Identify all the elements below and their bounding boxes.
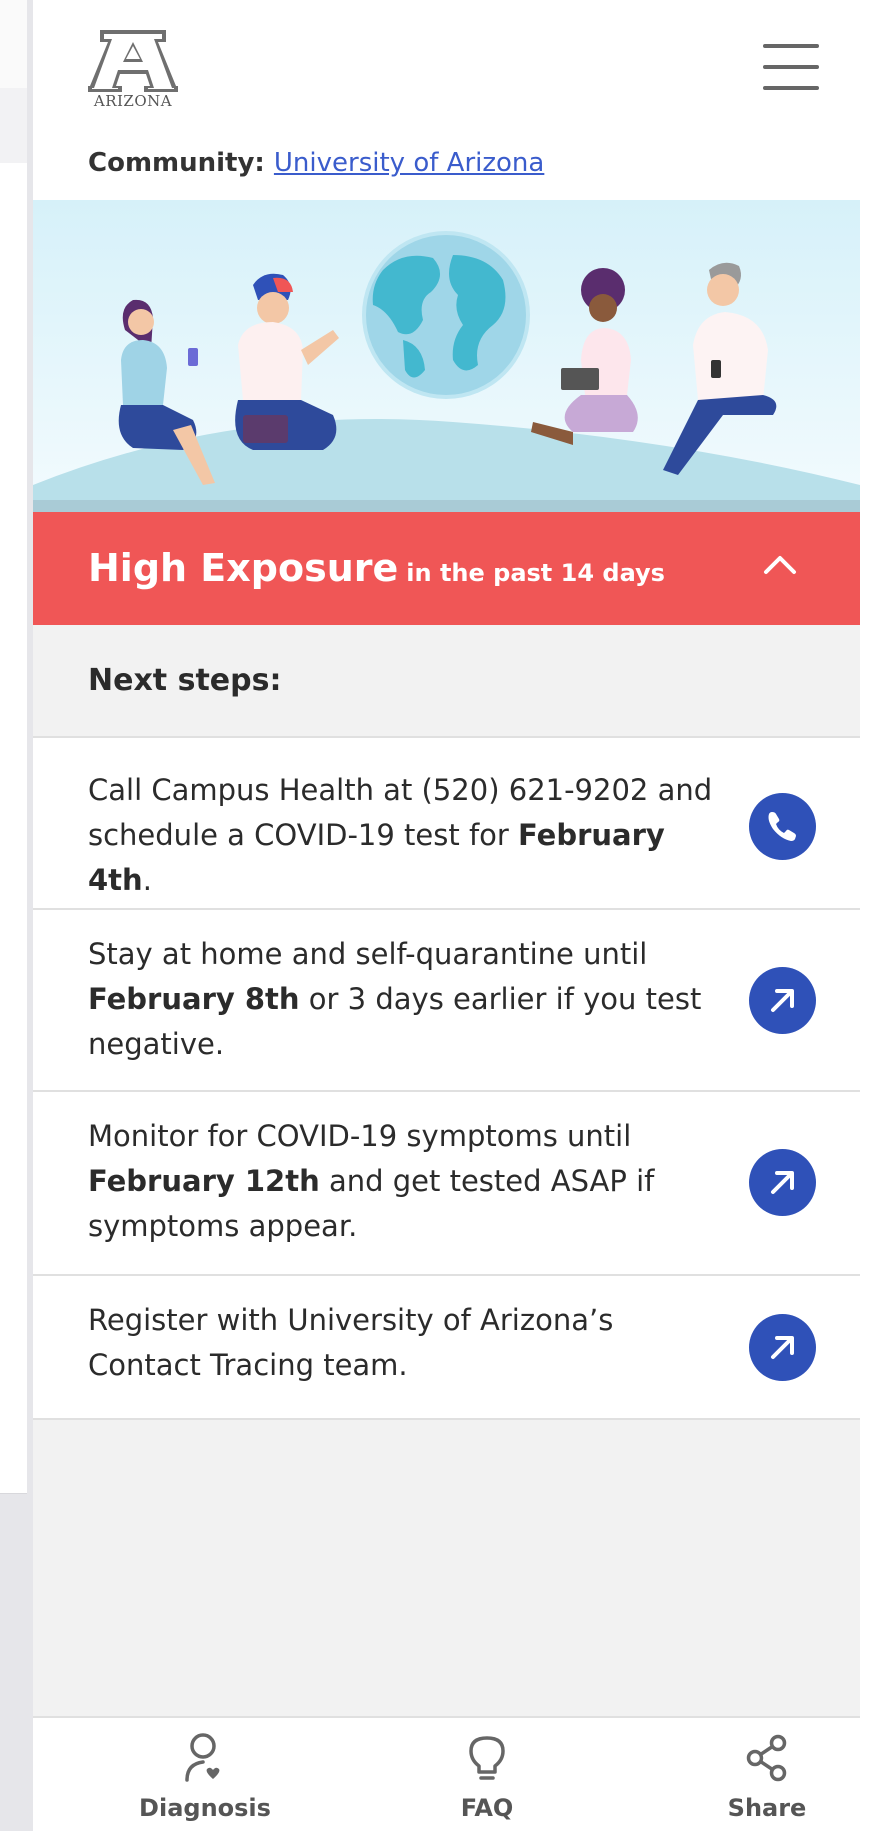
arrow-up-right-icon [771,1336,794,1359]
call-button[interactable] [749,793,816,860]
next-steps-heading: Next steps: [88,663,282,698]
exposure-subtitle: in the past 14 days [406,559,665,587]
app-panel: ARIZONA Community: University of Arizona [33,0,860,1833]
open-link-button[interactable] [749,967,816,1034]
open-link-button[interactable] [749,1314,816,1381]
step-date: February 8th [88,982,300,1016]
step-text-post: . [142,863,152,897]
step-date: February 12th [88,1164,320,1198]
empty-content-area [33,1420,860,1716]
step-text-pre: Stay at home and self-quarantine until [88,937,648,971]
nav-label: Diagnosis [139,1794,271,1822]
person-illustration [663,262,777,475]
open-link-button[interactable] [749,1149,816,1216]
next-steps-header: Next steps: [33,625,860,738]
arrow-up-right-icon [771,989,794,1012]
arizona-logo[interactable]: ARIZONA [88,30,178,115]
step-item: Call Campus Health at (520) 621-9202 and… [33,738,860,910]
share-icon [746,1734,787,1782]
exposure-title: High Exposure [88,546,399,590]
globe-icon [362,231,530,399]
arrow-up-right-icon [771,1171,794,1194]
background-strip-segment [0,163,27,1494]
step-text-pre: Register with University of Arizona’s Co… [88,1303,614,1382]
community-line: Community: University of Arizona [88,148,544,178]
background-strip-segment [0,0,27,89]
nav-item-diagnosis[interactable]: Diagnosis [105,1718,305,1833]
chevron-up-icon[interactable] [760,550,800,580]
exposure-banner[interactable]: High Exposure in the past 14 days [33,512,860,625]
person-illustration [531,268,638,445]
nav-item-faq[interactable]: FAQ [387,1718,587,1833]
lightbulb-icon [469,1736,505,1780]
phone-icon [768,812,796,841]
background-page-strip [0,0,33,1831]
nav-item-share[interactable]: Share [667,1718,867,1833]
person-illustration [235,273,339,450]
person-heart-icon [185,1733,220,1782]
step-text: Call Campus Health at (520) 621-9202 and… [88,768,728,903]
step-item: Register with University of Arizona’s Co… [33,1276,860,1420]
nav-label: FAQ [460,1794,514,1822]
step-text: Stay at home and self-quarantine until F… [88,932,728,1067]
step-text: Monitor for COVID-19 symptoms until Febr… [88,1114,728,1249]
step-item: Monitor for COVID-19 symptoms until Febr… [33,1092,860,1276]
community-link[interactable]: University of Arizona [274,148,544,178]
logo-wordmark: ARIZONA [93,92,173,110]
nav-label: Share [727,1794,807,1822]
step-item: Stay at home and self-quarantine until F… [33,910,860,1092]
background-strip-segment [0,88,27,164]
step-text-pre: Monitor for COVID-19 symptoms until [88,1119,632,1153]
step-text: Register with University of Arizona’s Co… [88,1298,728,1388]
hero-illustration [33,200,860,512]
community-label: Community: [88,148,265,178]
bottom-nav: Diagnosis FAQ Share [33,1716,860,1833]
arizona-a-logo-icon [88,30,178,92]
hamburger-menu-icon[interactable] [763,44,819,94]
exposure-title-line: High Exposure in the past 14 days [88,546,665,590]
header: ARIZONA Community: University of Arizona [33,0,860,200]
